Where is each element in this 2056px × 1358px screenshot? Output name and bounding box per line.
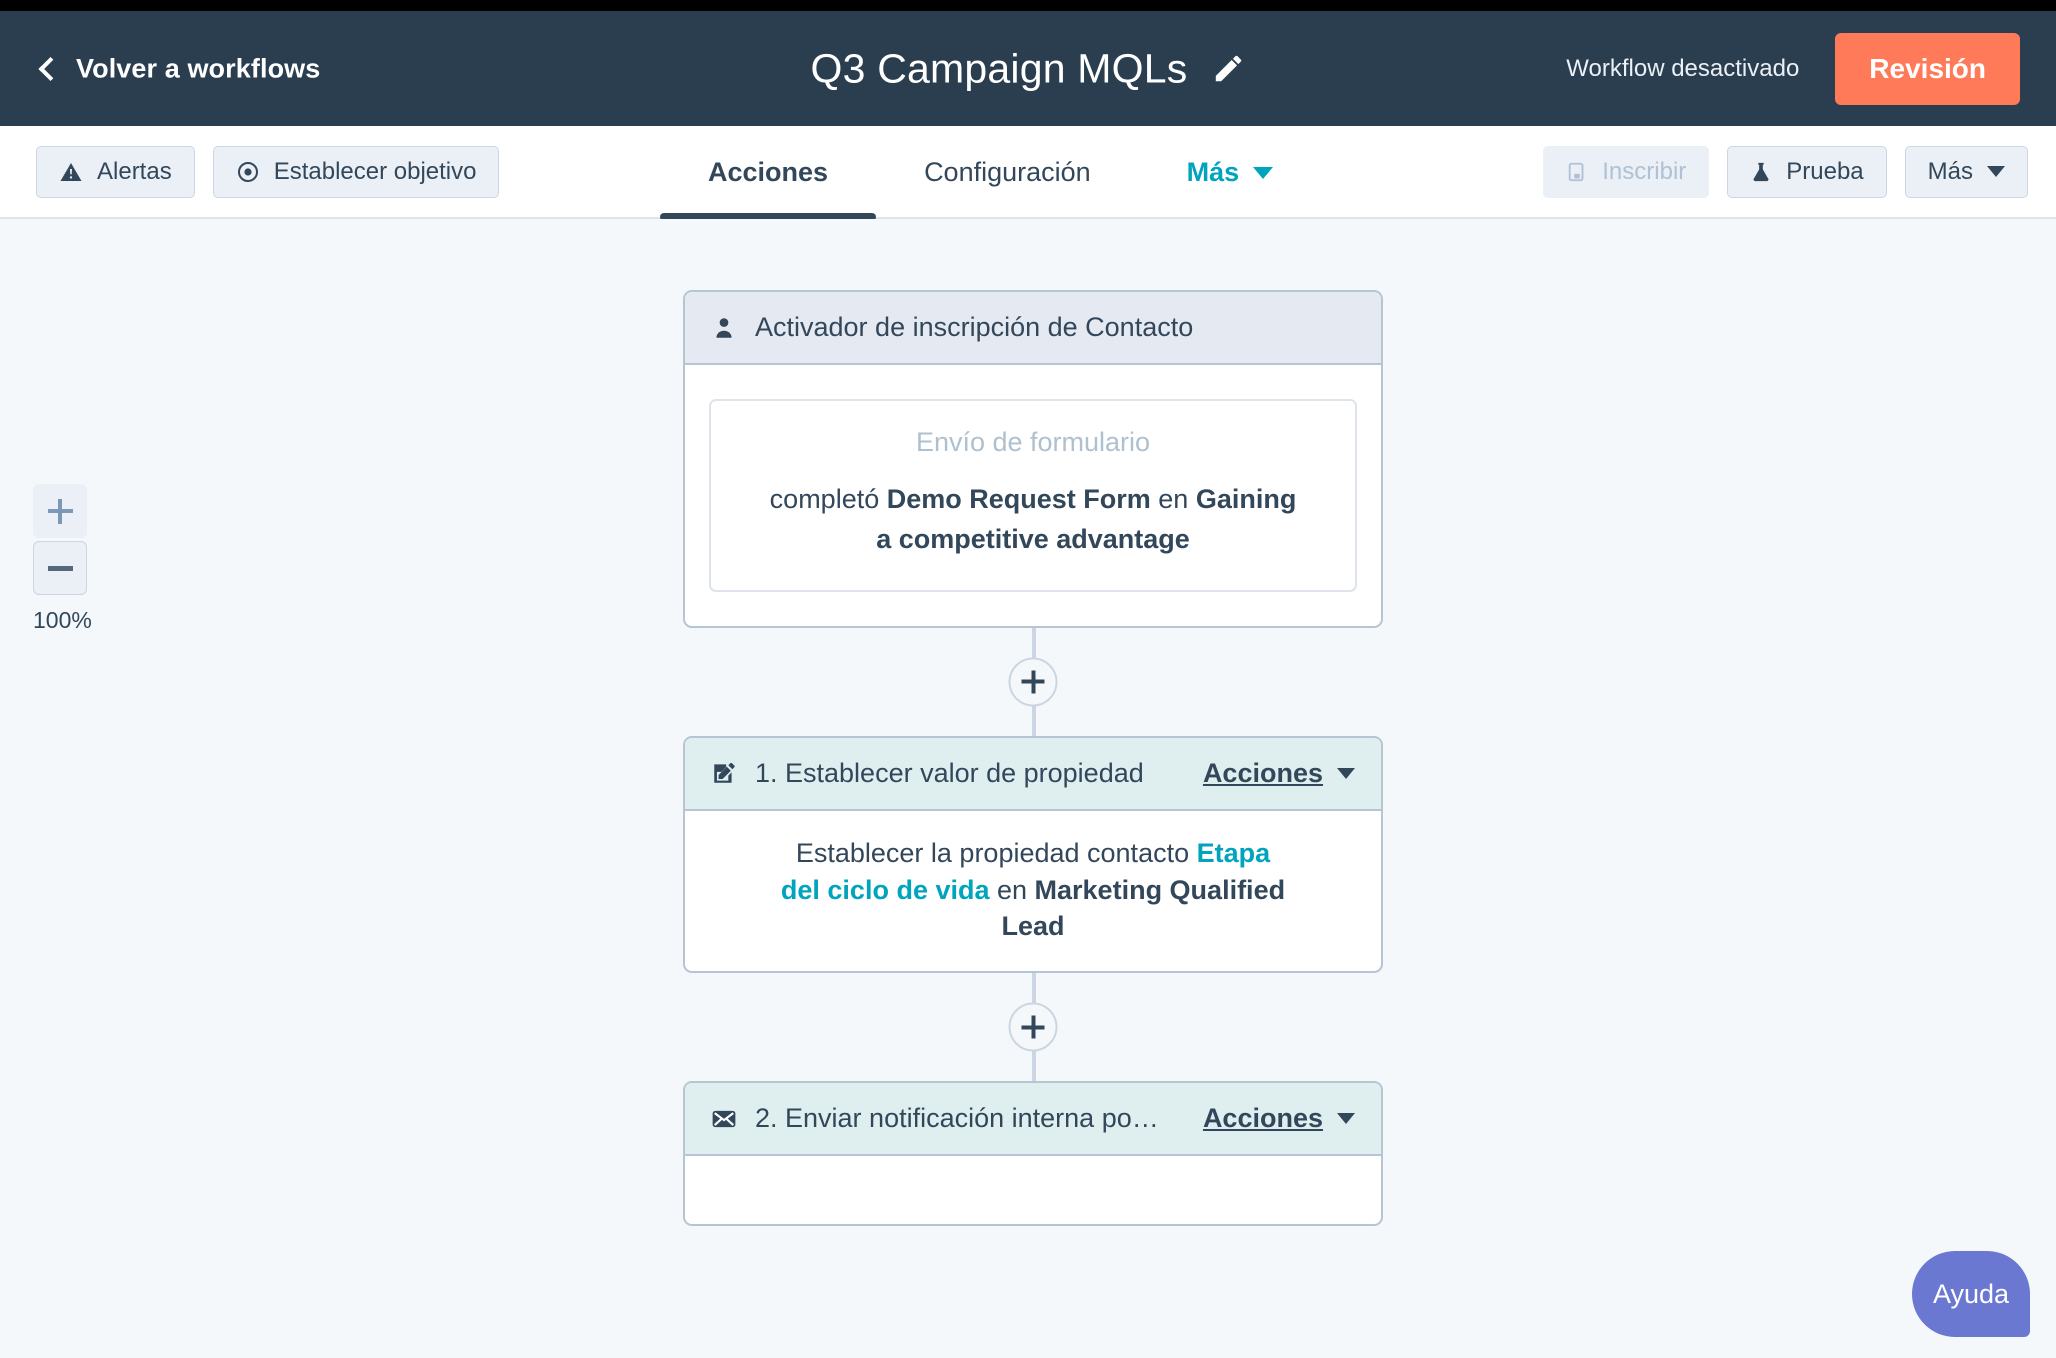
tab-mas[interactable]: Más: [1139, 126, 1322, 219]
step-card-1-header: 1. Establecer valor de propiedad Accione…: [685, 737, 1381, 811]
workflow-title-group: Q3 Campaign MQLs: [811, 45, 1246, 92]
add-step-button-2[interactable]: [1008, 1002, 1058, 1052]
more-button[interactable]: Más: [1904, 145, 2028, 198]
back-to-workflows-link[interactable]: Volver a workflows: [38, 53, 321, 84]
set-goal-button[interactable]: Establecer objetivo: [212, 145, 500, 198]
workflow-topbar: Volver a workflows Q3 Campaign MQLs Work…: [0, 11, 2056, 126]
chevron-down-icon: [1987, 166, 2005, 177]
step-1-prefix: Establecer la propiedad contacto: [795, 837, 1197, 868]
step-card-1-body: Establecer la propiedad contacto Etapa d…: [685, 811, 1381, 971]
zoom-out-button[interactable]: [33, 541, 87, 595]
criterion-middle: en: [1150, 484, 1196, 514]
topbar-right-group: Workflow desactivado Revisión: [1566, 11, 2056, 126]
trigger-card-header: Activador de inscripción de Contacto: [685, 292, 1381, 365]
flask-icon: [1750, 161, 1772, 183]
workflow-status-text: Workflow desactivado: [1566, 54, 1800, 82]
test-button[interactable]: Prueba: [1727, 145, 1887, 198]
step-card-2-header: 2. Enviar notificación interna po… Accio…: [685, 1083, 1381, 1157]
step-card-1-actions-menu[interactable]: Acciones: [1203, 758, 1355, 789]
workflow-canvas[interactable]: 100% Activador de inscripción de Contact…: [0, 219, 2056, 1358]
enroll-icon: [1566, 161, 1588, 183]
help-button[interactable]: Ayuda: [1912, 1251, 2030, 1337]
step-card-1[interactable]: 1. Establecer valor de propiedad Accione…: [683, 735, 1383, 974]
step-card-1-title: 1. Establecer valor de propiedad: [755, 757, 1144, 788]
step-card-2[interactable]: 2. Enviar notificación interna po… Accio…: [683, 1081, 1383, 1227]
zoom-controls: 100%: [33, 484, 92, 634]
contact-person-icon: [711, 315, 737, 341]
envelope-icon: [711, 1106, 737, 1132]
add-step-button-1[interactable]: [1008, 657, 1058, 707]
tab-mas-label: Más: [1186, 157, 1240, 187]
step-card-1-text: Establecer la propiedad contacto Etapa d…: [773, 811, 1293, 971]
back-to-workflows-label: Volver a workflows: [76, 53, 321, 83]
toolbar-right-buttons: Inscribir Prueba Más: [1543, 145, 2028, 198]
step-card-2-title: 2. Enviar notificación interna po…: [755, 1103, 1159, 1134]
trigger-criterion-text: completó Demo Request Form en Gaining a …: [768, 480, 1298, 560]
pencil-icon[interactable]: [1211, 52, 1245, 86]
tab-configuracion[interactable]: Configuración: [876, 126, 1139, 219]
trigger-card-body: Envío de formulario completó Demo Reques…: [685, 365, 1381, 626]
trigger-card-title: Activador de inscripción de Contacto: [755, 312, 1194, 342]
step-1-value: Marketing Qualified Lead: [1001, 874, 1286, 942]
minus-icon: [48, 566, 73, 571]
review-button[interactable]: Revisión: [1835, 32, 2020, 105]
connector-2: [683, 973, 1383, 1082]
zoom-level-label: 100%: [33, 607, 92, 633]
enroll-label: Inscribir: [1602, 157, 1687, 185]
trigger-card[interactable]: Activador de inscripción de Contacto Env…: [683, 290, 1383, 628]
toolbar-left-buttons: Alertas Establecer objetivo: [36, 145, 500, 198]
os-top-strip: [0, 0, 2056, 11]
criterion-form-name: Demo Request Form: [886, 484, 1151, 514]
chevron-down-icon: [1337, 1113, 1355, 1125]
chevron-left-icon: [38, 56, 63, 82]
tab-configuracion-label: Configuración: [924, 157, 1091, 187]
alerts-label: Alertas: [97, 157, 172, 185]
step-card-2-actions-menu[interactable]: Acciones: [1203, 1103, 1355, 1134]
step-1-middle: en: [989, 874, 1035, 905]
workflow-toolbar: Alertas Establecer objetivo Acciones Con…: [0, 126, 2056, 221]
step-card-1-actions-label: Acciones: [1202, 757, 1323, 788]
more-label: Más: [1927, 157, 1973, 185]
step-card-2-actions-label: Acciones: [1202, 1103, 1323, 1134]
tab-acciones[interactable]: Acciones: [660, 126, 877, 221]
test-label: Prueba: [1786, 157, 1864, 185]
chevron-down-icon: [1337, 767, 1355, 779]
set-goal-label: Establecer objetivo: [273, 157, 477, 185]
criterion-prefix: completó: [769, 484, 887, 514]
page-title: Q3 Campaign MQLs: [810, 45, 1188, 91]
chevron-down-icon: [1253, 166, 1274, 179]
enroll-button[interactable]: Inscribir: [1543, 145, 1710, 198]
toolbar-tabs: Acciones Configuración Más: [660, 126, 1322, 221]
step-card-2-body: [685, 1156, 1381, 1224]
alert-triangle-icon: [59, 160, 83, 184]
trigger-criterion-label: Envío de formulario: [915, 427, 1151, 457]
edit-property-icon: [711, 760, 737, 786]
zoom-in-button[interactable]: [33, 484, 87, 538]
target-icon: [236, 160, 260, 184]
app-window: Volver a workflows Q3 Campaign MQLs Work…: [0, 0, 2056, 1358]
tab-acciones-label: Acciones: [708, 157, 829, 187]
connector-1: [683, 627, 1383, 736]
trigger-criterion-box[interactable]: Envío de formulario completó Demo Reques…: [709, 399, 1357, 592]
workflow-flow: Activador de inscripción de Contacto Env…: [683, 290, 1383, 1227]
alerts-button[interactable]: Alertas: [36, 145, 195, 198]
